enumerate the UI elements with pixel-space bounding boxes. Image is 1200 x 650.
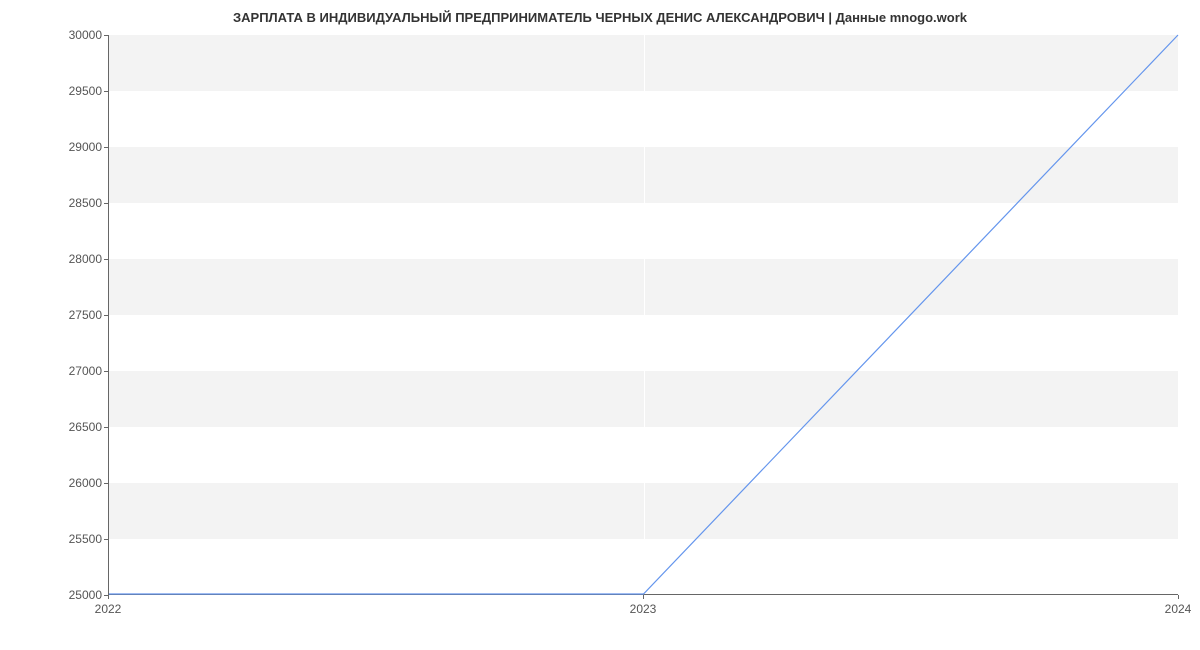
- y-tick-mark: [104, 315, 108, 316]
- y-tick-mark: [104, 147, 108, 148]
- x-grid-line: [1179, 35, 1180, 594]
- y-tick-label: 28000: [22, 252, 102, 266]
- y-tick-mark: [104, 259, 108, 260]
- y-tick-label: 25000: [22, 588, 102, 602]
- y-tick-mark: [104, 539, 108, 540]
- y-tick-mark: [104, 483, 108, 484]
- y-tick-mark: [104, 35, 108, 36]
- series-line: [109, 35, 1178, 594]
- x-tick-label: 2024: [1165, 602, 1192, 616]
- y-tick-label: 29000: [22, 140, 102, 154]
- y-tick-mark: [104, 427, 108, 428]
- x-tick-mark: [108, 595, 109, 599]
- x-tick-mark: [1178, 595, 1179, 599]
- y-tick-mark: [104, 203, 108, 204]
- x-tick-mark: [643, 595, 644, 599]
- y-tick-label: 29500: [22, 84, 102, 98]
- y-tick-label: 27000: [22, 364, 102, 378]
- y-tick-mark: [104, 371, 108, 372]
- y-tick-label: 26500: [22, 420, 102, 434]
- y-tick-label: 26000: [22, 476, 102, 490]
- x-tick-label: 2022: [95, 602, 122, 616]
- x-tick-label: 2023: [630, 602, 657, 616]
- data-line: [109, 35, 1178, 594]
- y-tick-label: 30000: [22, 28, 102, 42]
- y-tick-label: 28500: [22, 196, 102, 210]
- y-tick-label: 27500: [22, 308, 102, 322]
- chart-title: ЗАРПЛАТА В ИНДИВИДУАЛЬНЫЙ ПРЕДПРИНИМАТЕЛ…: [0, 10, 1200, 25]
- y-tick-label: 25500: [22, 532, 102, 546]
- plot-area: [108, 35, 1178, 595]
- y-tick-mark: [104, 91, 108, 92]
